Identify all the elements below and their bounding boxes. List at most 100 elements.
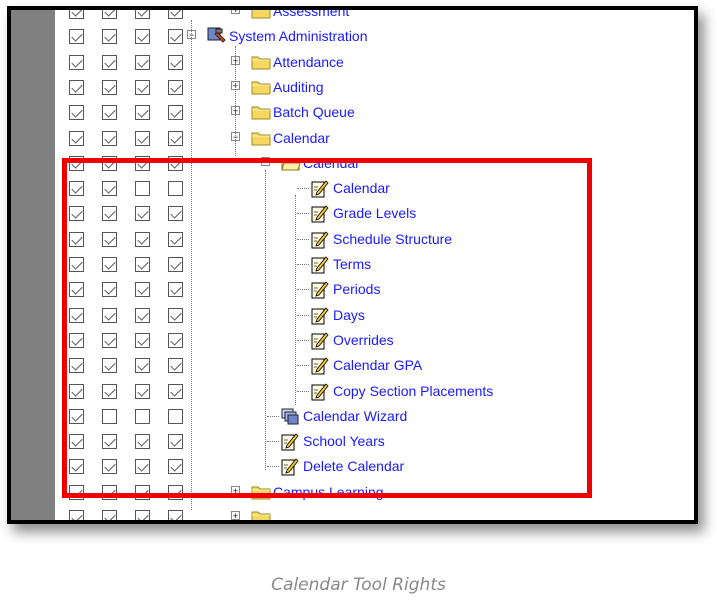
add-rights-checkbox[interactable] — [135, 130, 150, 146]
write-rights-checkbox[interactable] — [102, 54, 117, 70]
tree-item-label[interactable]: Delete Calendar — [303, 457, 404, 475]
add-rights-checkbox[interactable] — [135, 332, 150, 348]
delete-rights-checkbox[interactable] — [168, 408, 183, 424]
add-rights-checkbox[interactable] — [135, 383, 150, 399]
delete-rights-checkbox[interactable] — [168, 54, 183, 70]
add-rights-checkbox[interactable] — [135, 434, 150, 450]
tree-item-label[interactable]: Assessment — [273, 10, 349, 20]
read-rights-checkbox[interactable] — [69, 459, 84, 475]
tree-item-label[interactable]: Auditing — [273, 78, 324, 96]
write-rights-checkbox[interactable] — [102, 257, 117, 272]
delete-rights-checkbox[interactable] — [168, 79, 183, 95]
tree-item-label[interactable]: Grade Levels — [333, 204, 416, 222]
read-rights-checkbox[interactable] — [69, 257, 84, 272]
write-rights-checkbox[interactable] — [102, 130, 117, 146]
add-rights-checkbox[interactable] — [135, 181, 150, 197]
add-rights-checkbox[interactable] — [135, 79, 150, 95]
write-rights-checkbox[interactable] — [102, 155, 117, 171]
delete-rights-checkbox[interactable] — [168, 459, 183, 475]
write-rights-checkbox[interactable] — [102, 79, 117, 95]
add-rights-checkbox[interactable] — [135, 510, 150, 520]
read-rights-checkbox[interactable] — [69, 307, 84, 323]
write-rights-checkbox[interactable] — [102, 231, 117, 247]
write-rights-checkbox[interactable] — [102, 10, 117, 19]
read-rights-checkbox[interactable] — [69, 130, 84, 146]
write-rights-checkbox[interactable] — [102, 332, 117, 348]
write-rights-checkbox[interactable] — [102, 459, 117, 475]
tree-item-label[interactable]: Calendar — [333, 179, 390, 197]
add-rights-checkbox[interactable] — [135, 155, 150, 171]
add-rights-checkbox[interactable] — [135, 231, 150, 247]
delete-rights-checkbox[interactable] — [168, 181, 183, 197]
add-rights-checkbox[interactable] — [135, 307, 150, 323]
tree-item-label[interactable]: Terms — [333, 255, 371, 273]
tree-item-label[interactable]: Copy Section Placements — [333, 382, 493, 400]
write-rights-checkbox[interactable] — [102, 181, 117, 197]
delete-rights-checkbox[interactable] — [168, 257, 183, 272]
delete-rights-checkbox[interactable] — [168, 510, 183, 520]
read-rights-checkbox[interactable] — [69, 79, 84, 95]
delete-rights-checkbox[interactable] — [168, 484, 183, 500]
delete-rights-checkbox[interactable] — [168, 282, 183, 298]
write-rights-checkbox[interactable] — [102, 105, 117, 121]
tree-item-label[interactable]: Periods — [333, 280, 380, 298]
tree-item-label[interactable]: Attendance — [273, 53, 344, 71]
read-rights-checkbox[interactable] — [69, 54, 84, 70]
delete-rights-checkbox[interactable] — [168, 29, 183, 45]
read-rights-checkbox[interactable] — [69, 484, 84, 500]
tree-item-label[interactable]: Days — [333, 306, 365, 324]
add-rights-checkbox[interactable] — [135, 282, 150, 298]
write-rights-checkbox[interactable] — [102, 29, 117, 45]
read-rights-checkbox[interactable] — [69, 10, 84, 19]
write-rights-checkbox[interactable] — [102, 383, 117, 399]
tree-item-label[interactable]: System Administration — [229, 27, 368, 45]
tree-item-label[interactable]: Schedule Structure — [333, 230, 452, 248]
delete-rights-checkbox[interactable] — [168, 10, 183, 19]
add-rights-checkbox[interactable] — [135, 29, 150, 45]
write-rights-checkbox[interactable] — [102, 206, 117, 222]
delete-rights-checkbox[interactable] — [168, 105, 183, 121]
delete-rights-checkbox[interactable] — [168, 358, 183, 374]
expand-toggle-icon[interactable]: + — [231, 511, 240, 520]
delete-rights-checkbox[interactable] — [168, 434, 183, 450]
delete-rights-checkbox[interactable] — [168, 307, 183, 323]
read-rights-checkbox[interactable] — [69, 408, 84, 424]
delete-rights-checkbox[interactable] — [168, 206, 183, 222]
tree-item-label[interactable]: Calendar — [273, 129, 330, 147]
add-rights-checkbox[interactable] — [135, 257, 150, 272]
read-rights-checkbox[interactable] — [69, 29, 84, 45]
tree-item-label[interactable]: School Years — [303, 432, 385, 450]
write-rights-checkbox[interactable] — [102, 307, 117, 323]
add-rights-checkbox[interactable] — [135, 54, 150, 70]
write-rights-checkbox[interactable] — [102, 282, 117, 298]
add-rights-checkbox[interactable] — [135, 484, 150, 500]
read-rights-checkbox[interactable] — [69, 510, 84, 520]
write-rights-checkbox[interactable] — [102, 510, 117, 520]
read-rights-checkbox[interactable] — [69, 434, 84, 450]
add-rights-checkbox[interactable] — [135, 206, 150, 222]
write-rights-checkbox[interactable] — [102, 434, 117, 450]
write-rights-checkbox[interactable] — [102, 408, 117, 424]
write-rights-checkbox[interactable] — [102, 358, 117, 374]
delete-rights-checkbox[interactable] — [168, 332, 183, 348]
add-rights-checkbox[interactable] — [135, 10, 150, 19]
read-rights-checkbox[interactable] — [69, 105, 84, 121]
read-rights-checkbox[interactable] — [69, 206, 84, 222]
read-rights-checkbox[interactable] — [69, 358, 84, 374]
tree-item-label[interactable]: Campus Learning — [273, 483, 384, 501]
read-rights-checkbox[interactable] — [69, 383, 84, 399]
delete-rights-checkbox[interactable] — [168, 383, 183, 399]
tree-item-label[interactable]: Calendar — [303, 154, 360, 172]
expand-toggle-icon[interactable]: + — [231, 485, 240, 495]
read-rights-checkbox[interactable] — [69, 181, 84, 197]
collapse-toggle-icon[interactable]: − — [261, 156, 270, 166]
expand-toggle-icon[interactable]: + — [231, 10, 240, 15]
delete-rights-checkbox[interactable] — [168, 155, 183, 171]
read-rights-checkbox[interactable] — [69, 332, 84, 348]
delete-rights-checkbox[interactable] — [168, 130, 183, 146]
add-rights-checkbox[interactable] — [135, 358, 150, 374]
read-rights-checkbox[interactable] — [69, 282, 84, 298]
tree-item-label[interactable]: Batch Queue — [273, 103, 355, 121]
write-rights-checkbox[interactable] — [102, 484, 117, 500]
delete-rights-checkbox[interactable] — [168, 231, 183, 247]
